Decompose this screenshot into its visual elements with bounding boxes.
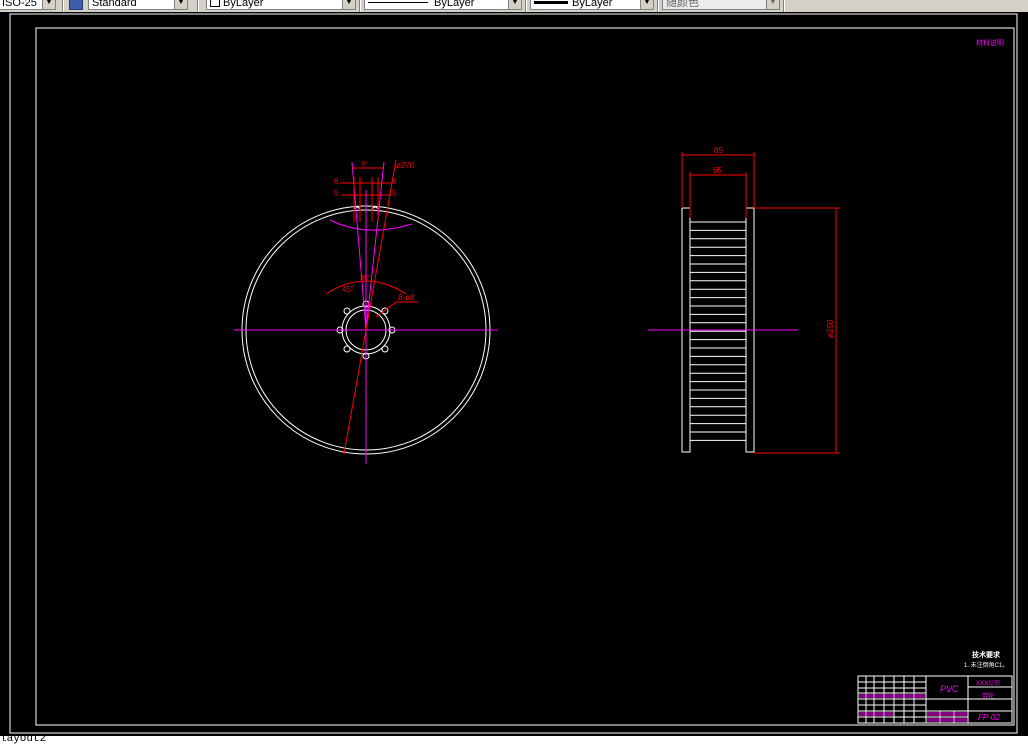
command-text: layout2 bbox=[0, 736, 47, 745]
fill-mark bbox=[927, 712, 967, 716]
dim-text-angle-45: 45° bbox=[342, 285, 354, 294]
chevron-down-icon[interactable]: ▼ bbox=[342, 0, 355, 9]
text-style-icon[interactable] bbox=[69, 0, 83, 10]
dim-text-d270: ø270 bbox=[396, 161, 415, 170]
dim-text-six-left: 6 bbox=[334, 177, 339, 186]
company-text: XXX公司 bbox=[976, 680, 1000, 687]
command-line[interactable]: layout2 bbox=[0, 736, 1028, 745]
lineweight-sample bbox=[534, 1, 568, 4]
part-name-text: 带轮 bbox=[982, 692, 994, 700]
drawing-no-text: FP-02 bbox=[978, 713, 1000, 722]
dim-text-d250: ø250 bbox=[826, 319, 835, 338]
toolbar-separator bbox=[525, 0, 527, 12]
layer-value: ByLayer bbox=[223, 0, 264, 9]
drawing-viewport[interactable]: ø270 9° 6 6 5 5 45° 30° 8-ø8 85 65 ø250 … bbox=[0, 12, 1028, 736]
tech-req-title: 技术要求 bbox=[972, 650, 1001, 659]
model-background bbox=[0, 12, 1028, 736]
dim-text-five-right: 5 bbox=[392, 189, 397, 198]
corner-note: 材料说明 bbox=[976, 38, 1004, 47]
dim-text-angle-small: 30° bbox=[360, 274, 371, 282]
drawing-canvas[interactable]: ø270 9° 6 6 5 5 45° 30° 8-ø8 85 65 ø250 … bbox=[0, 12, 1028, 736]
fill-mark bbox=[927, 718, 967, 722]
chevron-down-icon[interactable]: ▼ bbox=[42, 0, 55, 9]
dim-text-w65: 65 bbox=[713, 166, 722, 175]
dim-text-angle-top: 9° bbox=[361, 160, 368, 168]
plotstyle-value: 随颜色 bbox=[666, 0, 699, 9]
chevron-down-icon[interactable]: ▼ bbox=[640, 0, 653, 9]
toolbar-separator bbox=[62, 0, 64, 12]
material-text: PVC bbox=[940, 684, 959, 694]
chevron-down-icon[interactable]: ▼ bbox=[174, 0, 187, 9]
fill-mark bbox=[859, 712, 893, 716]
lineweight-dropdown[interactable]: ByLayer ▼ bbox=[530, 0, 654, 10]
linetype-sample bbox=[368, 2, 428, 3]
dim-text-six-right: 6 bbox=[392, 177, 397, 186]
toolbar-separator bbox=[359, 0, 361, 12]
textstyle-dropdown[interactable]: Standard ▼ bbox=[88, 0, 188, 10]
fill-mark bbox=[859, 694, 925, 698]
dim-text-bolt-hole: 8-ø8 bbox=[398, 293, 415, 302]
lineweight-value: ByLayer bbox=[572, 0, 613, 9]
toolbar-separator bbox=[783, 0, 785, 12]
dimstyle-value: ISO-25 bbox=[2, 0, 37, 9]
linetype-value: ByLayer bbox=[434, 0, 475, 9]
chevron-down-icon[interactable]: ▼ bbox=[508, 0, 521, 9]
textstyle-value: Standard bbox=[92, 0, 137, 9]
layer-dropdown[interactable]: ByLayer ▼ bbox=[206, 0, 356, 10]
toolbar-separator bbox=[197, 0, 199, 12]
toolbar-separator bbox=[657, 0, 659, 12]
layer-color-swatch bbox=[210, 0, 220, 7]
dimstyle-dropdown[interactable]: ISO-25 ▼ bbox=[0, 0, 56, 10]
dim-text-w85: 85 bbox=[714, 146, 723, 155]
dim-text-five-left: 5 bbox=[334, 189, 339, 198]
chevron-down-icon[interactable]: ▼ bbox=[766, 0, 779, 9]
tech-req-line: 1. 未注倒角C1。 bbox=[964, 661, 1008, 669]
linetype-dropdown[interactable]: ByLayer ▼ bbox=[364, 0, 522, 10]
plotstyle-dropdown[interactable]: 随颜色 ▼ bbox=[662, 0, 780, 10]
